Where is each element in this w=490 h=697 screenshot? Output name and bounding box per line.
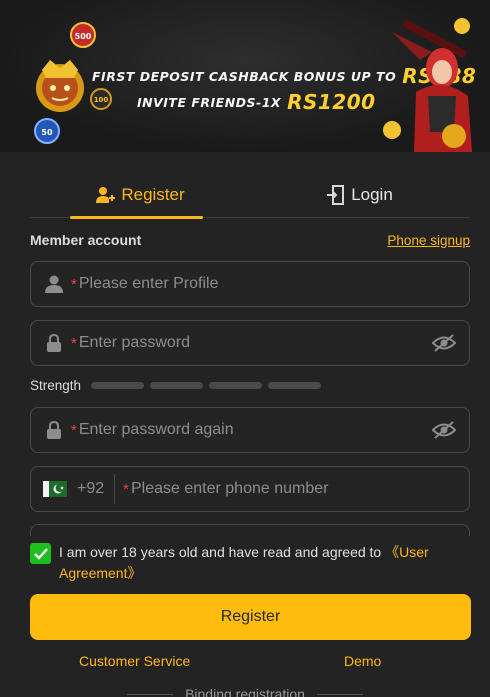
footer-links: Customer Service Demo bbox=[0, 653, 490, 671]
strength-bar bbox=[150, 382, 204, 389]
tab-register-label: Register bbox=[121, 184, 185, 204]
phone-placeholder: Please enter phone number bbox=[130, 480, 329, 497]
country-code: +92 bbox=[77, 480, 105, 497]
partial-field bbox=[30, 524, 470, 536]
password-again-placeholder: Enter password again bbox=[78, 421, 234, 438]
password-again-input[interactable]: * Enter password again bbox=[30, 407, 470, 453]
lock-icon bbox=[43, 419, 65, 441]
banner-line1-text: FIRST DEPOSIT CASHBACK BONUS UP TO bbox=[92, 69, 397, 84]
mascot-crown-icon bbox=[36, 60, 84, 112]
strength-bar bbox=[91, 382, 145, 389]
divider-line bbox=[127, 693, 174, 695]
strength-label: Strength bbox=[30, 378, 82, 393]
tab-login-label: Login bbox=[351, 184, 393, 204]
required-mark: * bbox=[71, 275, 77, 293]
profile-placeholder: Please enter Profile bbox=[78, 275, 219, 292]
phone-input[interactable]: +92 * Please enter phone number bbox=[30, 466, 470, 512]
strength-bar bbox=[209, 382, 263, 389]
binding-registration-label: Binding registration bbox=[185, 686, 305, 697]
banner-line2-amount: RS1200 bbox=[287, 90, 376, 114]
agreement-row: I am over 18 years old and have read and… bbox=[30, 542, 460, 584]
register-button[interactable]: Register bbox=[30, 594, 471, 640]
demo-link[interactable]: Demo bbox=[344, 653, 381, 669]
tab-register[interactable]: Register bbox=[30, 172, 250, 219]
user-add-icon bbox=[96, 186, 116, 203]
password-strength: Strength bbox=[30, 378, 322, 393]
account-label-row: Member account Phone signup bbox=[30, 232, 470, 248]
chip-label: 500 bbox=[75, 32, 92, 41]
promo-banner[interactable]: 500 100 50 FIRST DEPOSIT CASHBACK BONUS … bbox=[0, 0, 490, 152]
chip-icon: 100 bbox=[90, 88, 112, 110]
agreement-text: I am over 18 years old and have read and… bbox=[59, 542, 460, 584]
country-code-selector[interactable]: +92 bbox=[43, 474, 116, 504]
lock-icon bbox=[43, 332, 65, 354]
divider-line bbox=[316, 693, 363, 695]
user-icon bbox=[43, 273, 65, 295]
required-mark: * bbox=[123, 480, 129, 498]
phone-signup-link[interactable]: Phone signup bbox=[387, 233, 470, 248]
password-input[interactable]: * Enter password bbox=[30, 320, 470, 366]
auth-tabs: Register Login bbox=[30, 172, 470, 219]
customer-service-link[interactable]: Customer Service bbox=[79, 653, 190, 669]
agreement-statement: I am over 18 years old and have read and… bbox=[59, 544, 386, 560]
chip-label: 100 bbox=[94, 96, 109, 104]
eye-hidden-icon[interactable] bbox=[431, 332, 457, 354]
binding-registration-divider: Binding registration bbox=[0, 686, 490, 697]
banner-line-invite: INVITE FRIENDS-1X RS1200 bbox=[137, 90, 376, 114]
required-mark: * bbox=[71, 421, 77, 439]
login-door-icon bbox=[327, 184, 345, 205]
pakistan-flag-icon bbox=[43, 481, 67, 497]
chip-icon: 50 bbox=[34, 118, 60, 144]
agreement-checkbox[interactable] bbox=[30, 543, 51, 564]
heroine-character-icon bbox=[383, 18, 472, 152]
eye-hidden-icon[interactable] bbox=[431, 419, 457, 441]
profile-input[interactable]: * Please enter Profile bbox=[30, 261, 470, 307]
password-placeholder: Enter password bbox=[78, 334, 191, 351]
check-icon bbox=[33, 547, 48, 560]
required-mark: * bbox=[71, 334, 77, 352]
tab-login[interactable]: Login bbox=[250, 172, 470, 217]
member-account-label: Member account bbox=[30, 232, 142, 248]
chip-label: 50 bbox=[41, 128, 53, 137]
strength-bar bbox=[268, 382, 322, 389]
chip-icon: 500 bbox=[70, 22, 96, 48]
banner-line2-text: INVITE FRIENDS-1X bbox=[137, 95, 282, 110]
